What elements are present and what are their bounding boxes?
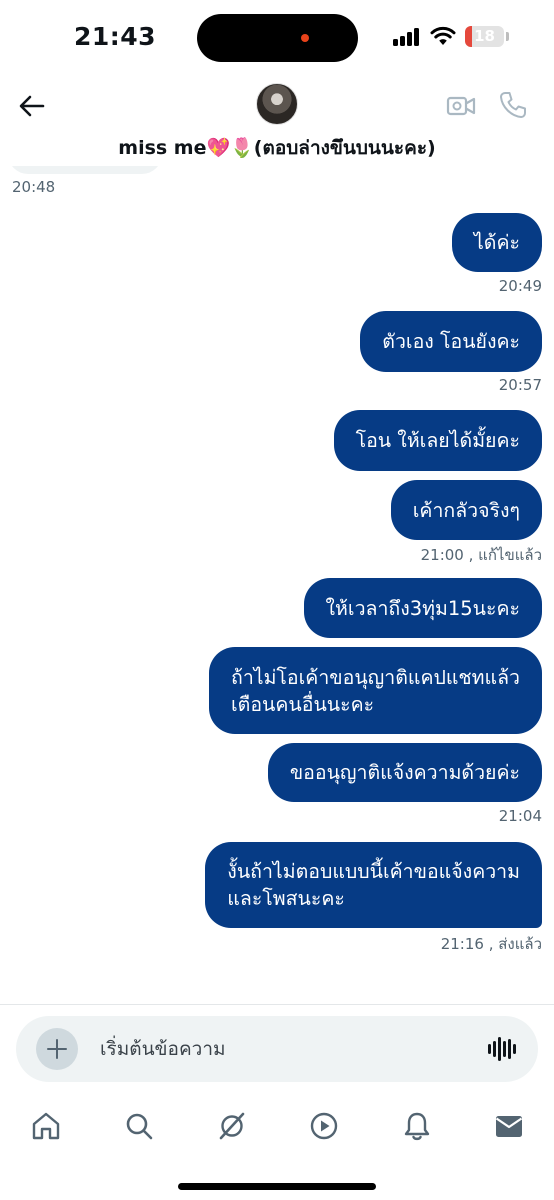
recording-indicator-icon (301, 34, 309, 42)
message-timestamp: 21:04 (498, 807, 542, 825)
message-timestamp: 20:57 (498, 376, 542, 394)
conversation-title[interactable]: miss me💖🌷(ตอบล่างขึนบนนะคะ) (0, 133, 554, 163)
composer-divider (0, 1004, 554, 1005)
dm-conversation-screen: 21:43 18 miss me💖🌷(ตอบล่างขึนบนนะคะ) 20:… (0, 0, 554, 1200)
message-timestamp: 20:48 (12, 178, 56, 196)
status-time: 21:43 (74, 22, 157, 51)
video-icon[interactable] (308, 1110, 340, 1142)
battery-level: 18 (474, 27, 495, 45)
notifications-icon[interactable] (401, 1110, 433, 1142)
message-list[interactable]: 20:48 ได้ค่ะ 20:49 ตัวเอง โอนยังคะ 20:57… (0, 166, 554, 1004)
outgoing-message[interactable]: ขออนุญาติแจ้งความด้วยค่ะ (267, 743, 542, 802)
battery-cap (506, 32, 509, 41)
outgoing-message[interactable]: ได้ค่ะ (452, 213, 542, 272)
search-icon[interactable] (123, 1110, 155, 1142)
wifi-icon (430, 26, 456, 45)
video-call-icon[interactable] (446, 92, 476, 120)
message-timestamp: 20:49 (498, 277, 542, 295)
status-bar: 21:43 18 (0, 0, 554, 76)
message-composer (16, 1016, 538, 1082)
outgoing-message[interactable]: โอน ให้เลยได้มั้ยคะ (333, 410, 542, 471)
outgoing-message[interactable]: งั้นถ้าไม่ตอบแบบนี้เค้าขอแจ้งความ และโพส… (205, 842, 542, 928)
messages-icon[interactable] (493, 1110, 525, 1142)
message-status: 21:16 , ส่งแล้ว (440, 935, 542, 953)
message-input[interactable] (100, 1030, 470, 1068)
battery-icon: 18 (465, 26, 504, 47)
avatar[interactable] (256, 83, 298, 125)
outgoing-message[interactable]: ตัวเอง โอนยังคะ (360, 311, 542, 372)
cellular-signal-icon (393, 28, 423, 46)
home-indicator (178, 1183, 376, 1190)
outgoing-message[interactable]: เค้ากลัวจริงๆ (390, 480, 542, 540)
grok-icon[interactable] (216, 1110, 248, 1142)
bottom-navigation (0, 1100, 554, 1160)
dynamic-island (197, 14, 358, 62)
previous-message-bubble[interactable] (8, 166, 162, 174)
outgoing-message[interactable]: ถ้าไม่โอเค้าขอนุญาติแคปแชทแล้ว เตือนคนอื… (209, 647, 542, 734)
message-status: 21:00 , แก้ไขแล้ว (420, 546, 542, 564)
chat-header: miss me💖🌷(ตอบล่างขึนบนนะคะ) (0, 76, 554, 166)
voice-message-icon[interactable] (488, 1037, 516, 1061)
add-media-icon[interactable] (36, 1028, 78, 1070)
phone-call-icon[interactable] (498, 90, 528, 120)
back-arrow-icon[interactable] (16, 90, 48, 122)
home-icon[interactable] (30, 1110, 62, 1142)
outgoing-message[interactable]: ให้เวลาถึง3ทุ่ม15นะคะ (303, 578, 542, 638)
